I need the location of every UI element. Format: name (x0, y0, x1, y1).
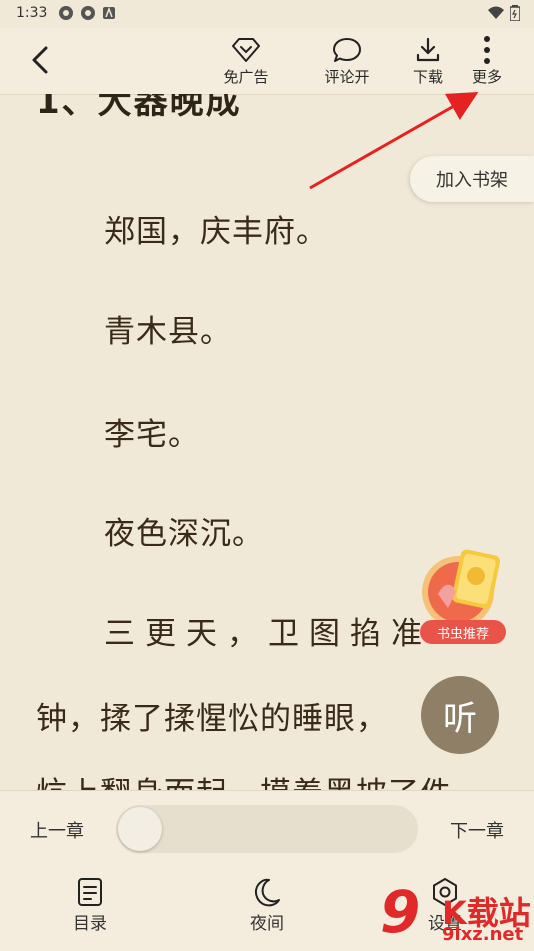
notification-app-icon (81, 6, 95, 20)
back-button[interactable] (22, 42, 58, 78)
ad-free-label: 免广告 (223, 68, 269, 86)
reader-top-toolbar: 免广告 评论开 下载 更多 (0, 28, 534, 95)
book-gift-icon (422, 549, 501, 628)
book-recommend-widget[interactable]: 书虫推荐 (418, 548, 510, 648)
status-time: 1:33 (16, 5, 48, 21)
status-system-icons (488, 5, 520, 21)
ad-free-button[interactable]: 免广告 (211, 34, 281, 87)
night-mode-label: 夜间 (250, 914, 284, 934)
catalog-button[interactable]: 目录 (50, 875, 130, 934)
paragraph: 三更天，卫图掐准 (104, 616, 432, 652)
listen-button[interactable]: 听 (421, 676, 499, 754)
comment-bubble-icon (333, 38, 361, 62)
paragraph: 夜色深沉。 (104, 516, 264, 552)
status-notification-icons (58, 5, 116, 21)
download-icon (416, 37, 440, 62)
paragraph: 青木县。 (104, 314, 232, 350)
chapter-progress-slider[interactable] (116, 805, 418, 853)
site-watermark: 9 K载站 9lxz.net (380, 878, 534, 950)
progress-slider-thumb[interactable] (118, 807, 162, 851)
ad-free-diamond-icon (232, 38, 260, 62)
next-chapter-button[interactable]: 下一章 (450, 817, 504, 843)
notification-app-icon (59, 6, 73, 20)
catalog-icon (78, 878, 102, 906)
chevron-left-icon (32, 46, 48, 74)
status-bar: 1:33 (0, 0, 534, 28)
paragraph: 李宅。 (104, 417, 200, 453)
prev-chapter-button[interactable]: 上一章 (30, 817, 84, 843)
night-mode-button[interactable]: 夜间 (227, 875, 307, 934)
comments-toggle-label: 评论开 (324, 68, 370, 86)
add-to-bookshelf-button[interactable]: 加入书架 (410, 156, 534, 202)
watermark-number: 9 (380, 878, 421, 946)
paragraph: 钟，揉了揉惺忪的睡眼， (36, 701, 388, 737)
more-button[interactable]: 更多 (452, 34, 522, 87)
more-vertical-icon (484, 36, 490, 64)
battery-icon (510, 5, 520, 21)
notification-a-icon (103, 6, 115, 19)
catalog-label: 目录 (73, 914, 107, 934)
watermark-url: 9lxz.net (442, 924, 524, 945)
comments-toggle-button[interactable]: 评论开 (312, 34, 382, 87)
wifi-icon (488, 6, 504, 19)
moon-icon (254, 878, 280, 907)
book-recommend-badge: 书虫推荐 (420, 620, 506, 644)
more-label: 更多 (471, 68, 502, 86)
paragraph: 郑国，庆丰府。 (104, 214, 328, 250)
